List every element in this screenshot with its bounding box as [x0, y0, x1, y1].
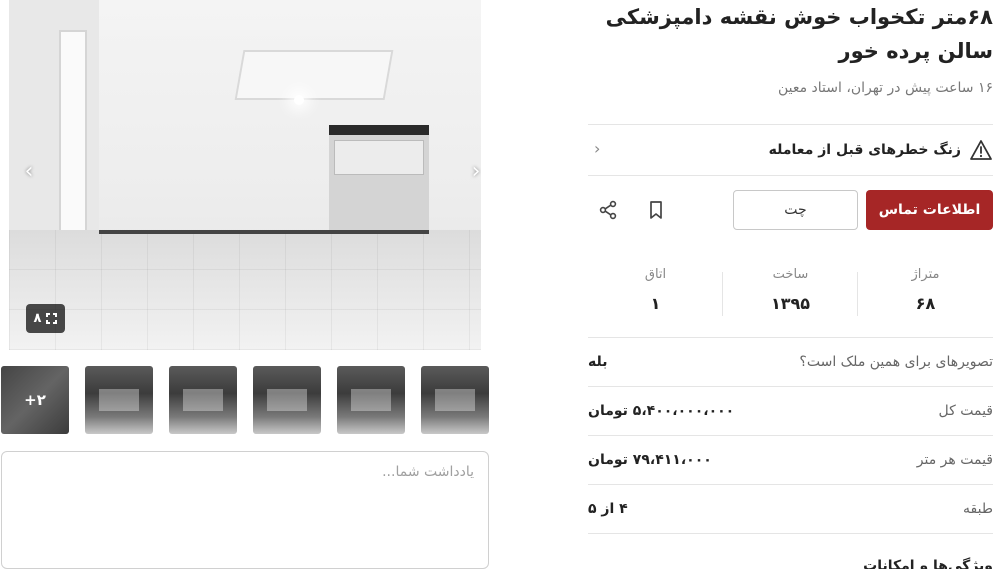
main-listing-photo[interactable]: ‹ › ۸	[9, 0, 481, 350]
share-icon[interactable]	[596, 198, 620, 222]
bookmark-icon[interactable]	[644, 198, 668, 222]
thumbnail-strip: +۲	[1, 366, 489, 434]
gallery-prev-button[interactable]: ‹	[17, 160, 41, 184]
listing-subtitle: ۱۶ ساعت پیش در تهران، استاد معین	[777, 80, 993, 96]
stat-label: متراژ	[911, 267, 940, 282]
info-row-photos: تصویرهای برای همین ملک است؟ بله	[588, 337, 993, 386]
photo-cabinets	[334, 140, 424, 175]
info-value: ۴ از ۵	[588, 501, 628, 517]
listing-title-line1: ۶۸متر تکخواب خوش نقشه دامپزشکی	[605, 5, 993, 29]
thumbnail-more-label: +۲	[1, 366, 69, 434]
info-label: قیمت کل	[938, 403, 993, 419]
scam-alert-row[interactable]: زنگ خطرهای قبل از معامله ‹	[588, 124, 993, 176]
listing-title: ۶۸متر تکخواب خوش نقشه دامپزشکی سالن پرده…	[593, 0, 993, 68]
contact-info-button[interactable]: اطلاعات تماس	[866, 190, 993, 230]
chevron-left-icon: ‹	[594, 139, 601, 158]
photo-lamp	[294, 95, 304, 105]
info-label: قیمت هر متر	[916, 452, 993, 468]
thumbnail[interactable]	[337, 366, 405, 434]
info-row-total-price: قیمت کل ۵،۴۰۰،۰۰۰،۰۰۰ تومان	[588, 386, 993, 435]
thumbnail[interactable]	[85, 366, 153, 434]
note-box	[1, 451, 489, 569]
stats-row: متراژ ۶۸ ساخت ۱۳۹۵ اتاق ۱	[588, 260, 993, 326]
listing-title-line2: سالن پرده خور	[838, 39, 993, 63]
chat-button[interactable]: چت	[733, 190, 858, 230]
stat-value: ۱۳۹۵	[770, 294, 811, 313]
stat-label: اتاق	[644, 267, 667, 282]
stat-rooms: اتاق ۱	[588, 260, 723, 326]
thumbnail[interactable]	[253, 366, 321, 434]
fullscreen-icon	[46, 313, 58, 324]
scam-alert-label: زنگ خطرهای قبل از معامله	[768, 142, 961, 158]
info-value: بله	[588, 354, 608, 370]
photo-count-badge[interactable]: ۸	[26, 304, 65, 333]
warning-icon	[969, 139, 993, 161]
stat-value: ۶۸	[915, 294, 936, 313]
thumbnail-more[interactable]: +۲	[1, 366, 69, 434]
info-label: طبقه	[963, 501, 993, 517]
stat-year-built: ساخت ۱۳۹۵	[723, 260, 858, 326]
stat-value: ۱	[650, 294, 661, 313]
info-value: ۵،۴۰۰،۰۰۰،۰۰۰ تومان	[588, 403, 735, 419]
photo-baseboard	[99, 230, 429, 234]
stat-area: متراژ ۶۸	[858, 260, 993, 326]
stat-label: ساخت	[772, 267, 809, 282]
info-row-unit-price: قیمت هر متر ۷۹،۴۱۱،۰۰۰ تومان	[588, 435, 993, 484]
features-section-title: ویژگی‌ها و امکانات	[863, 558, 993, 569]
section-divider: ویژگی‌ها و امکانات	[588, 533, 993, 569]
photo-floor	[9, 230, 481, 350]
photo-count-value: ۸	[33, 311, 42, 326]
gallery-next-button[interactable]: ›	[464, 160, 481, 184]
thumbnail[interactable]	[169, 366, 237, 434]
info-row-floor: طبقه ۴ از ۵	[588, 484, 993, 533]
thumbnail[interactable]	[421, 366, 489, 434]
info-label: تصویرهای برای همین ملک است؟	[799, 354, 993, 370]
note-textarea[interactable]	[2, 452, 488, 568]
photo-ceiling	[234, 50, 394, 100]
info-value: ۷۹،۴۱۱،۰۰۰ تومان	[588, 452, 712, 468]
